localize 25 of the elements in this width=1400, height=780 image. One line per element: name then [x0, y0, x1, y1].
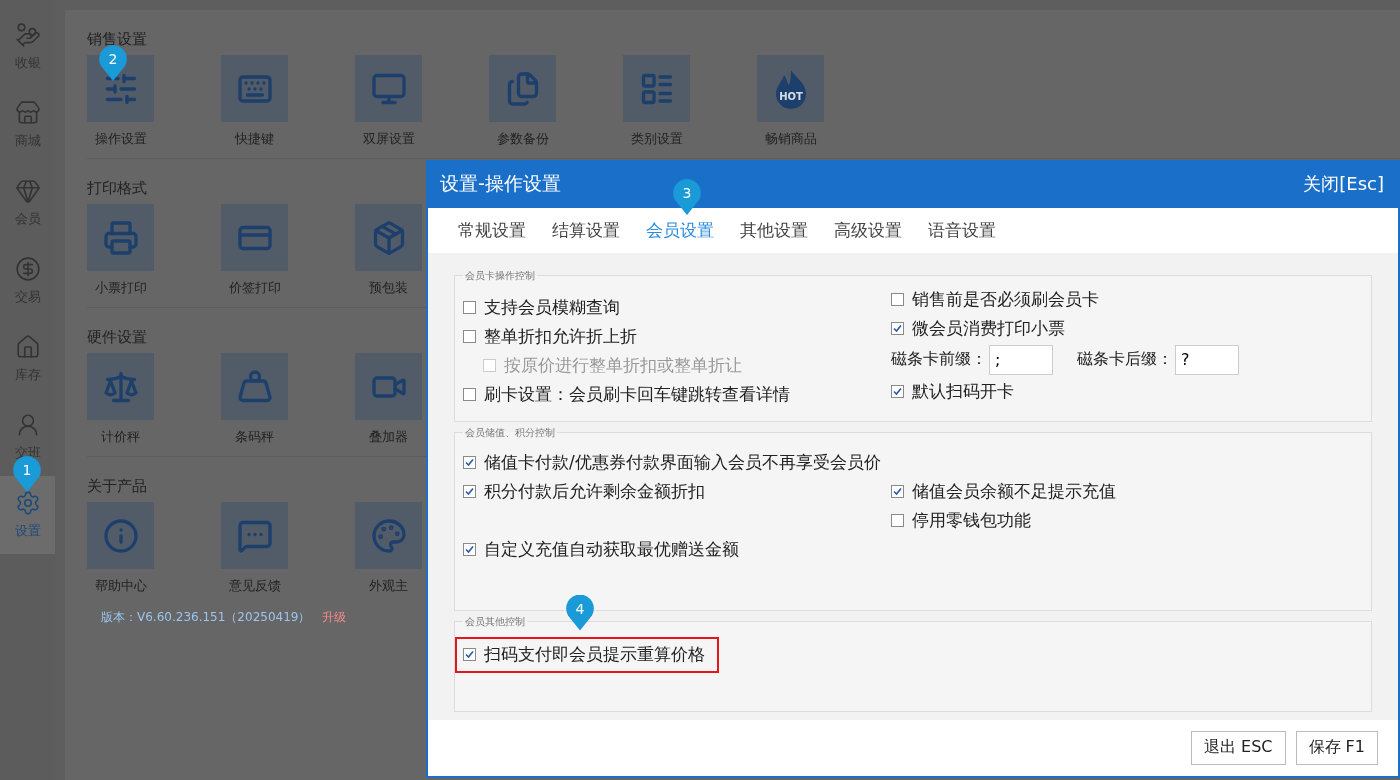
field-label: 磁条卡前缀：: [891, 349, 987, 371]
tile-label: 叠加器: [369, 428, 408, 446]
tile-label: 小票打印: [94, 279, 147, 297]
tile-label: 帮助中心: [94, 577, 147, 595]
tile-label: 畅销商品: [764, 130, 817, 148]
tile-label: 价签打印: [228, 279, 281, 297]
tile-label: 条码秤: [235, 428, 274, 446]
dialog-title: 设置-操作设置: [440, 171, 561, 197]
field-label: 磁条卡后缀：: [1077, 349, 1173, 371]
tile-label: 意见反馈: [228, 577, 281, 595]
section-title: 硬件设置: [87, 328, 148, 347]
tile-label: 参数备份: [496, 130, 549, 148]
tile-label: 计价秤: [101, 428, 140, 446]
tile-label: 快捷键: [235, 130, 274, 148]
version-text: 版本：V6.60.236.151（20250419）: [101, 609, 311, 626]
tile-label: 预包装: [369, 279, 408, 297]
tile-label: 类别设置: [630, 130, 683, 148]
section-title: 关于产品: [87, 477, 148, 496]
group-legend: 会员储值、积分控制: [463, 425, 557, 440]
tile-label: 操作设置: [94, 130, 147, 148]
group-legend: 会员其他控制: [463, 614, 527, 629]
tile-label: 外观主: [369, 577, 408, 595]
group-legend: 会员卡操作控制: [463, 268, 537, 283]
tile-label: 双屏设置: [362, 130, 415, 148]
section-title: 打印格式: [87, 179, 148, 198]
